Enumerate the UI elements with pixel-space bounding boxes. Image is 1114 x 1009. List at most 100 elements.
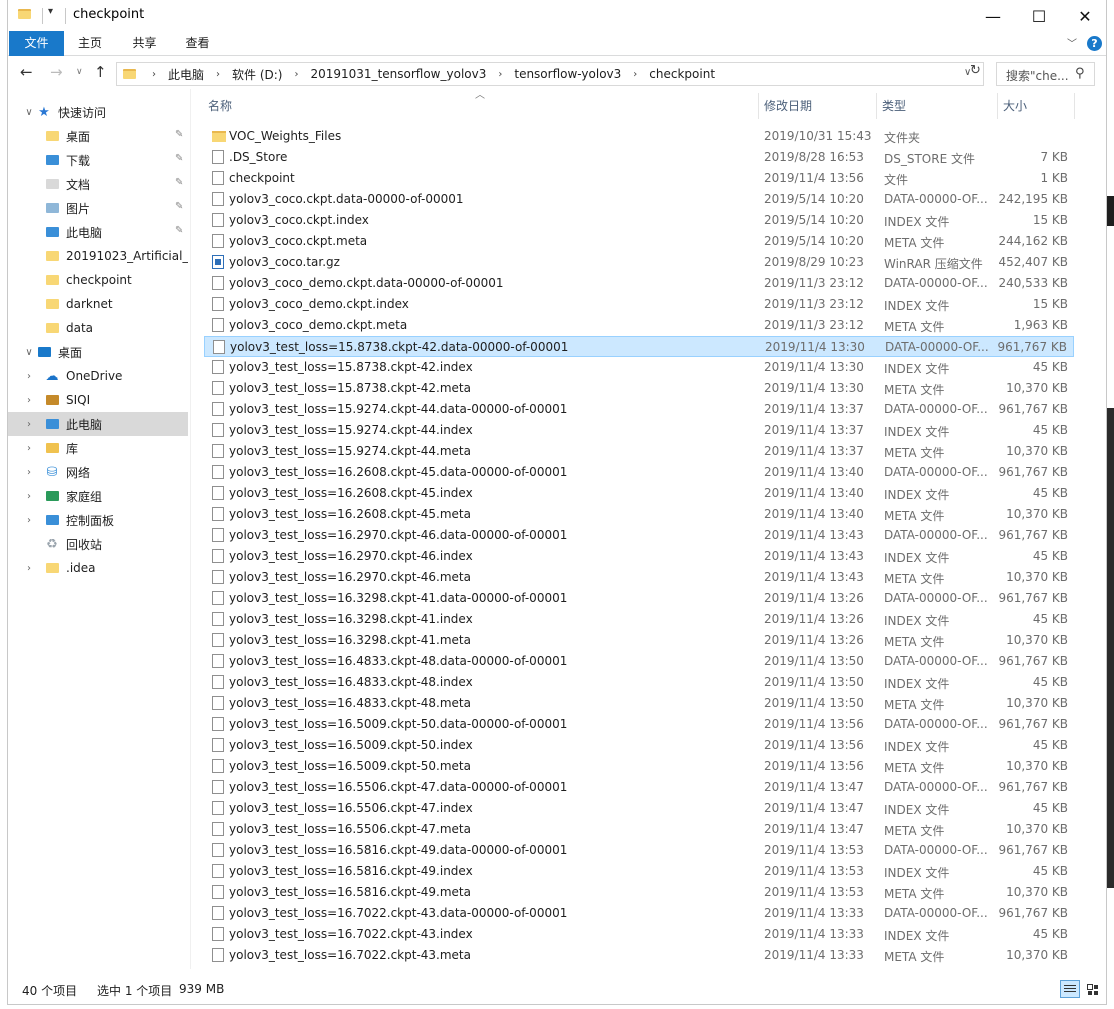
sidebar-item[interactable]: ∨ ★ 快速访问 (8, 100, 188, 124)
up-arrow-icon[interactable]: ↑ (94, 63, 107, 81)
sidebar-item[interactable]: › 此电脑 (8, 412, 188, 436)
column-header-type[interactable]: 类型 (882, 93, 906, 119)
file-row[interactable]: yolov3_test_loss=16.2608.ckpt-45.data-00… (204, 462, 1074, 483)
search-icon[interactable]: ⚲ (1075, 66, 1085, 81)
sidebar-item[interactable]: 此电脑 ✎ (8, 220, 188, 244)
file-row[interactable]: yolov3_test_loss=16.5816.ckpt-49.meta 201… (204, 882, 1074, 903)
chevron-right-icon[interactable]: › (22, 491, 36, 502)
column-divider[interactable] (876, 93, 877, 119)
maximize-button[interactable]: ☐ (1016, 0, 1062, 32)
search-input[interactable]: 搜索"che... ⚲ (996, 62, 1095, 86)
file-row[interactable]: yolov3_coco.tar.gz 2019/8/29 10:23 WinRAR … (204, 252, 1074, 273)
sidebar-item[interactable]: 文档 ✎ (8, 172, 188, 196)
chevron-right-icon[interactable]: › (633, 69, 637, 80)
breadcrumb-checkpoint[interactable]: checkpoint (649, 67, 715, 81)
sidebar-item[interactable]: 桌面 ✎ (8, 124, 188, 148)
sidebar-item[interactable]: › 家庭组 (8, 484, 188, 508)
breadcrumb-tensorflow-yolov3[interactable]: tensorflow-yolov3 (514, 67, 621, 81)
file-row[interactable]: yolov3_test_loss=16.5816.ckpt-49.index 20… (204, 861, 1074, 882)
address-bar[interactable]: › 此电脑 › 软件 (D:) › 20191031_tensorflow_yo… (116, 62, 984, 86)
file-row[interactable]: yolov3_coco_demo.ckpt.index 2019/11/3 23:… (204, 294, 1074, 315)
sidebar-item[interactable]: › SIQI (8, 388, 188, 412)
file-row[interactable]: yolov3_test_loss=16.4833.ckpt-48.data-00… (204, 651, 1074, 672)
file-row[interactable]: yolov3_test_loss=16.7022.ckpt-43.data-00… (204, 903, 1074, 924)
file-row[interactable]: yolov3_test_loss=16.5009.ckpt-50.data-00… (204, 714, 1074, 735)
chevron-right-icon[interactable]: › (22, 443, 36, 454)
forward-arrow-icon[interactable]: → (50, 63, 63, 81)
file-row[interactable]: yolov3_test_loss=16.3298.ckpt-41.data-00… (204, 588, 1074, 609)
file-row[interactable]: checkpoint 2019/11/4 13:56 文件 1 KB (204, 168, 1074, 189)
sidebar-item[interactable]: › 控制面板 (8, 508, 188, 532)
expand-ribbon-icon[interactable]: ﹀ (1067, 35, 1077, 50)
file-row[interactable]: yolov3_test_loss=16.7022.ckpt-43.meta 201… (204, 945, 1074, 966)
help-icon[interactable]: ? (1087, 36, 1102, 51)
column-header-name[interactable]: 名称 (208, 93, 232, 119)
chevron-right-icon[interactable]: › (216, 69, 220, 80)
file-row[interactable]: yolov3_test_loss=16.2970.ckpt-46.meta 201… (204, 567, 1074, 588)
file-row[interactable]: yolov3_test_loss=16.2970.ckpt-46.data-00… (204, 525, 1074, 546)
file-row[interactable]: yolov3_coco.ckpt.index 2019/5/14 10:20 IND… (204, 210, 1074, 231)
breadcrumb-project[interactable]: 20191031_tensorflow_yolov3 (310, 67, 486, 81)
file-row[interactable]: yolov3_test_loss=15.8738.ckpt-42.meta 201… (204, 378, 1074, 399)
sidebar-item[interactable]: ♻ 回收站 (8, 532, 188, 556)
file-row[interactable]: yolov3_coco_demo.ckpt.data-00000-of-0000… (204, 273, 1074, 294)
sidebar-item[interactable]: data (8, 316, 188, 340)
column-header-size[interactable]: 大小 (1003, 93, 1027, 119)
file-row[interactable]: yolov3_test_loss=15.8738.ckpt-42.index 20… (204, 357, 1074, 378)
file-row[interactable]: VOC_Weights_Files 2019/10/31 15:43 文件夹 (204, 126, 1074, 147)
column-divider[interactable] (1074, 93, 1075, 119)
file-row[interactable]: yolov3_test_loss=16.5009.ckpt-50.meta 201… (204, 756, 1074, 777)
sidebar-item[interactable]: › ☁ OneDrive (8, 364, 188, 388)
details-view-icon[interactable] (1060, 980, 1080, 998)
chevron-right-icon[interactable]: › (152, 69, 156, 80)
recent-locations-chevron-icon[interactable]: ∨ (76, 67, 83, 77)
vertical-scrollbar[interactable] (1093, 89, 1106, 969)
file-row[interactable]: .DS_Store 2019/8/28 16:53 DS_STORE 文件 7 KB (204, 147, 1074, 168)
refresh-icon[interactable]: ↻ (970, 63, 981, 78)
file-row[interactable]: yolov3_coco.ckpt.meta 2019/5/14 10:20 META… (204, 231, 1074, 252)
file-row[interactable]: yolov3_test_loss=16.5506.ckpt-47.data-00… (204, 777, 1074, 798)
sidebar-item[interactable]: ∨ 桌面 (8, 340, 188, 364)
file-row[interactable]: yolov3_test_loss=16.4833.ckpt-48.index 20… (204, 672, 1074, 693)
file-row[interactable]: yolov3_test_loss=16.7022.ckpt-43.index 20… (204, 924, 1074, 945)
sidebar-item[interactable]: 图片 ✎ (8, 196, 188, 220)
sidebar-item[interactable]: › .idea (8, 556, 188, 580)
file-row[interactable]: yolov3_test_loss=16.5816.ckpt-49.data-00… (204, 840, 1074, 861)
file-row[interactable]: yolov3_test_loss=16.2608.ckpt-45.meta 201… (204, 504, 1074, 525)
file-row[interactable]: yolov3_test_loss=15.9274.ckpt-44.data-00… (204, 399, 1074, 420)
chevron-right-icon[interactable]: › (22, 395, 36, 406)
sidebar-item[interactable]: darknet (8, 292, 188, 316)
file-row[interactable]: yolov3_test_loss=16.5009.ckpt-50.index 20… (204, 735, 1074, 756)
pane-divider[interactable] (190, 89, 191, 969)
breadcrumb-drive-d[interactable]: 软件 (D:) (232, 66, 282, 83)
file-row[interactable]: yolov3_coco_demo.ckpt.meta 2019/11/3 23:1… (204, 315, 1074, 336)
chevron-down-icon[interactable]: ∨ (22, 347, 36, 358)
file-row[interactable]: yolov3_test_loss=16.2608.ckpt-45.index 20… (204, 483, 1074, 504)
sidebar-item[interactable]: 下载 ✎ (8, 148, 188, 172)
back-arrow-icon[interactable]: ← (20, 63, 33, 81)
chevron-down-icon[interactable]: ∨ (22, 107, 36, 118)
tab-file[interactable]: 文件 (9, 31, 64, 56)
file-row[interactable]: yolov3_test_loss=16.3298.ckpt-41.index 20… (204, 609, 1074, 630)
close-button[interactable]: ✕ (1062, 0, 1108, 32)
minimize-button[interactable]: — (970, 0, 1016, 32)
sidebar-item[interactable]: checkpoint (8, 268, 188, 292)
chevron-right-icon[interactable]: › (22, 467, 36, 478)
file-row[interactable]: yolov3_coco.ckpt.data-00000-of-00001 2019… (204, 189, 1074, 210)
column-divider[interactable] (758, 93, 759, 119)
quick-access-dropdown-icon[interactable]: ▾ (48, 6, 53, 17)
chevron-right-icon[interactable]: › (22, 563, 36, 574)
large-icons-view-icon[interactable] (1083, 980, 1103, 998)
chevron-right-icon[interactable]: › (22, 419, 36, 430)
file-row[interactable]: yolov3_test_loss=16.4833.ckpt-48.meta 201… (204, 693, 1074, 714)
chevron-right-icon[interactable]: › (498, 69, 502, 80)
sidebar-item[interactable]: 20191023_Artificial_Flo (8, 244, 188, 268)
chevron-right-icon[interactable]: › (22, 371, 36, 382)
chevron-right-icon[interactable]: › (22, 515, 36, 526)
file-row[interactable]: yolov3_test_loss=15.8738.ckpt-42.data-00… (204, 336, 1074, 357)
tab-view[interactable]: 查看 (175, 31, 220, 56)
file-row[interactable]: yolov3_test_loss=15.9274.ckpt-44.index 20… (204, 420, 1074, 441)
sidebar-item[interactable]: › ⛁ 网络 (8, 460, 188, 484)
chevron-right-icon[interactable]: › (294, 69, 298, 80)
file-row[interactable]: yolov3_test_loss=15.9274.ckpt-44.meta 201… (204, 441, 1074, 462)
